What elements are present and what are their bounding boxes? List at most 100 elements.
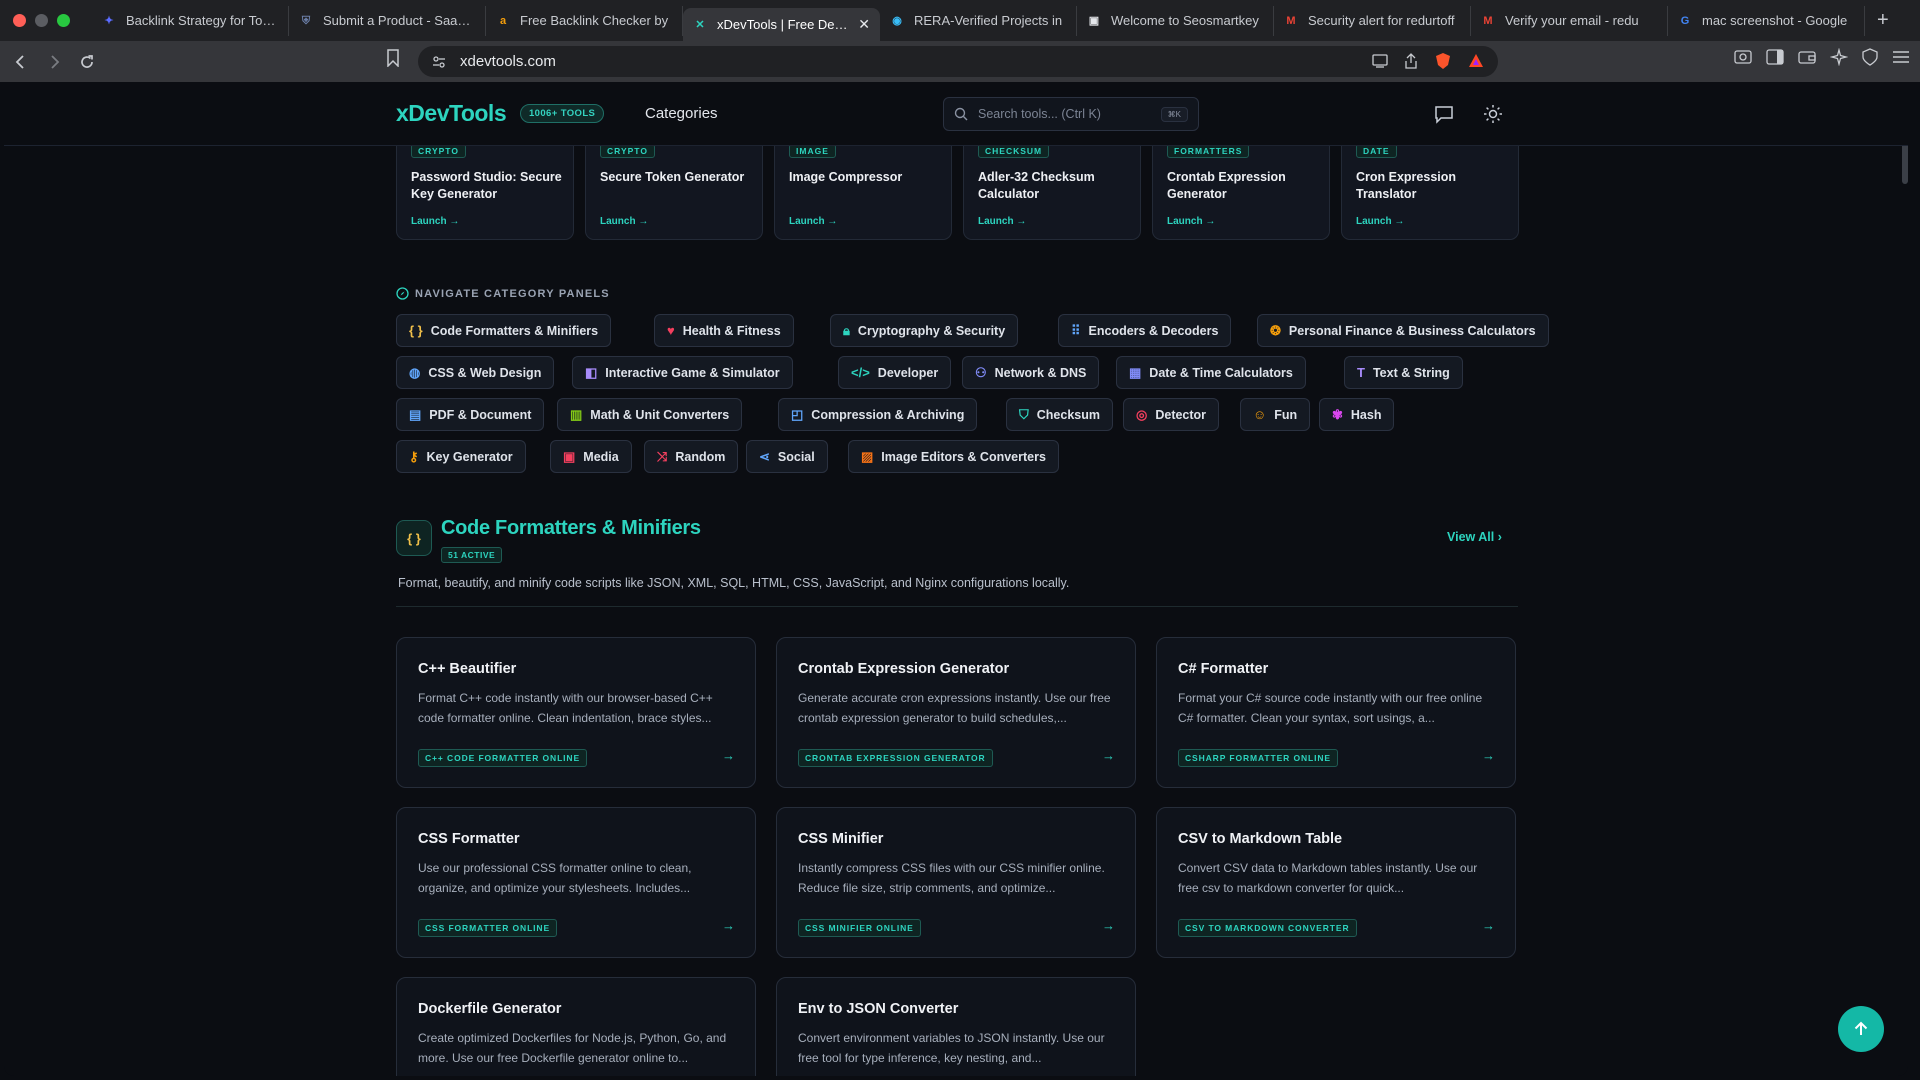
category-pill[interactable]: ◎ Detector bbox=[1123, 398, 1220, 431]
brave-shields-icon[interactable] bbox=[1434, 52, 1452, 70]
reload-button[interactable] bbox=[72, 47, 102, 77]
browser-tab[interactable]: a Free Backlink Checker by bbox=[486, 5, 683, 36]
browser-tab[interactable]: ◉ RERA-Verified Projects in bbox=[880, 5, 1077, 36]
sidebar-toggle-icon[interactable] bbox=[1766, 49, 1784, 65]
arrow-up-icon bbox=[1854, 1021, 1868, 1035]
screenshot-icon[interactable] bbox=[1734, 49, 1752, 65]
category-pill[interactable]: T Text & String bbox=[1344, 356, 1463, 389]
category-pill[interactable]: ◍ CSS & Web Design bbox=[396, 356, 555, 389]
tool-card-keyword-tag: CSV TO MARKDOWN CONVERTER bbox=[1178, 919, 1357, 937]
category-pill[interactable]: ☺ Fun bbox=[1240, 398, 1311, 431]
categories-menu[interactable]: Categories bbox=[645, 105, 718, 122]
featured-tool-card[interactable]: DATE Cron Expression Translator Launch → bbox=[1341, 138, 1519, 240]
close-window-button[interactable] bbox=[13, 14, 26, 27]
category-pill[interactable]: ⚷ Key Generator bbox=[396, 440, 526, 473]
category-pill[interactable]: ♥ Health & Fitness bbox=[654, 314, 794, 347]
zoom-window-button[interactable] bbox=[57, 14, 70, 27]
featured-tool-card[interactable]: CHECKSUM Adler-32 Checksum Calculator Laun… bbox=[963, 138, 1141, 240]
forward-button[interactable] bbox=[39, 47, 69, 77]
category-pill[interactable]: ▣ Media bbox=[550, 440, 632, 473]
category-pill[interactable]: ◧ Interactive Game & Simulator bbox=[572, 356, 793, 389]
close-tab-icon[interactable]: ✕ bbox=[858, 16, 870, 33]
back-button[interactable] bbox=[6, 47, 36, 77]
tool-card[interactable]: CSS Minifier Instantly compress CSS files… bbox=[776, 807, 1136, 958]
bookmark-icon[interactable] bbox=[386, 49, 400, 67]
category-pill[interactable]: ◰ Compression & Archiving bbox=[778, 398, 978, 431]
tool-card[interactable]: CSV to Markdown Table Convert CSV data to… bbox=[1156, 807, 1516, 958]
tab-favicon-icon: ✦ bbox=[104, 14, 114, 27]
arrow-right-icon[interactable]: → bbox=[722, 748, 735, 763]
share-icon[interactable] bbox=[1404, 53, 1418, 69]
vpn-shield-icon[interactable] bbox=[1862, 48, 1878, 66]
tool-card-description: Format your C# source code instantly wit… bbox=[1178, 691, 1483, 725]
tool-card[interactable]: Crontab Expression Generator Generate acc… bbox=[776, 637, 1136, 788]
new-tab-button[interactable]: + bbox=[1865, 9, 1901, 32]
arrow-right-icon[interactable]: → bbox=[1102, 748, 1115, 763]
category-pill[interactable]: ▦ Date & Time Calculators bbox=[1116, 356, 1306, 389]
cast-icon[interactable] bbox=[1372, 54, 1388, 68]
category-pill[interactable]: ⛉ Checksum bbox=[1006, 398, 1113, 431]
tab-title: mac screenshot - Google bbox=[1702, 13, 1848, 28]
back-arrow-icon bbox=[15, 54, 24, 69]
tool-card-title: Env to JSON Converter bbox=[798, 1001, 959, 1017]
address-bar[interactable]: xdevtools.com bbox=[418, 46, 1498, 77]
tool-card-description: Generate accurate cron expressions insta… bbox=[798, 691, 1111, 725]
site-info-icon[interactable] bbox=[432, 55, 446, 69]
launch-link[interactable]: Launch → bbox=[789, 216, 837, 227]
arrow-right-icon[interactable]: → bbox=[1482, 918, 1495, 933]
category-pill[interactable]: ⠿ Encoders & Decoders bbox=[1058, 314, 1232, 347]
category-nav-heading: NAVIGATE CATEGORY PANELS bbox=[396, 287, 610, 300]
featured-tool-card[interactable]: CRYPTO Password Studio: Secure Key Genera… bbox=[396, 138, 574, 240]
leo-ai-icon[interactable] bbox=[1830, 48, 1848, 66]
category-pill[interactable]: ▥ Math & Unit Converters bbox=[557, 398, 743, 431]
launch-link[interactable]: Launch → bbox=[411, 216, 459, 227]
arrow-right-icon[interactable]: → bbox=[1482, 748, 1495, 763]
search-input[interactable]: Search tools... (Ctrl K) ⌘K bbox=[943, 97, 1199, 131]
brave-rewards-icon[interactable] bbox=[1468, 53, 1484, 69]
category-pill[interactable]: 🔒︎ Cryptography & Security bbox=[830, 314, 1019, 347]
minimize-window-button[interactable] bbox=[35, 14, 48, 27]
feedback-icon[interactable] bbox=[1434, 104, 1454, 124]
browser-tab[interactable]: ✦ Backlink Strategy for Tools bbox=[92, 5, 289, 36]
browser-tab[interactable]: Gmac screenshot - Google bbox=[1668, 5, 1865, 36]
launch-link[interactable]: Launch → bbox=[1167, 216, 1215, 227]
featured-tool-card[interactable]: IMAGE Image Compressor Launch → bbox=[774, 138, 952, 240]
menu-icon[interactable] bbox=[1892, 50, 1910, 64]
wallet-icon[interactable] bbox=[1798, 49, 1816, 65]
browser-tab[interactable]: ▣ Welcome to Seosmartkey bbox=[1077, 5, 1274, 36]
section-title: Code Formatters & Minifiers bbox=[441, 517, 701, 539]
category-icon: ◧ bbox=[585, 364, 598, 380]
category-pill[interactable]: ✾ Hash bbox=[1319, 398, 1395, 431]
category-pill[interactable]: ▨ Image Editors & Converters bbox=[848, 440, 1059, 473]
category-pill[interactable]: ❂ Personal Finance & Business Calculators bbox=[1257, 314, 1549, 347]
category-pill-label: Cryptography & Security bbox=[857, 323, 1006, 338]
category-pill[interactable]: </> Developer bbox=[838, 356, 952, 389]
launch-link[interactable]: Launch → bbox=[600, 216, 648, 227]
category-pill[interactable]: { } Code Formatters & Minifiers bbox=[396, 314, 612, 347]
tool-card[interactable]: Dockerfile Generator Create optimized Doc… bbox=[396, 977, 756, 1076]
arrow-right-icon[interactable]: → bbox=[722, 918, 735, 933]
launch-link[interactable]: Launch → bbox=[1356, 216, 1404, 227]
tool-card[interactable]: C++ Beautifier Format C++ code instantly … bbox=[396, 637, 756, 788]
tool-card[interactable]: CSS Formatter Use our professional CSS fo… bbox=[396, 807, 756, 958]
featured-tool-card[interactable]: FORMATTERS Crontab Expression Generator La… bbox=[1152, 138, 1330, 240]
arrow-right-icon[interactable]: → bbox=[1102, 918, 1115, 933]
category-pill[interactable]: ⤨ Random bbox=[644, 440, 739, 473]
category-pill[interactable]: ▤ PDF & Document bbox=[396, 398, 545, 431]
browser-tab[interactable]: ⛨ Submit a Product - SaaSHub bbox=[289, 5, 486, 36]
theme-toggle-icon[interactable] bbox=[1483, 104, 1503, 124]
tool-card[interactable]: C# Formatter Format your C# source code i… bbox=[1156, 637, 1516, 788]
category-pill[interactable]: ⋖ Social bbox=[746, 440, 828, 473]
view-all-link[interactable]: View All › bbox=[1447, 530, 1502, 544]
category-icon: 🔒︎ bbox=[843, 322, 850, 338]
category-pill[interactable]: ⚇ Network & DNS bbox=[962, 356, 1100, 389]
browser-tab[interactable]: M Security alert for redurtoff bbox=[1274, 5, 1471, 36]
featured-tool-card[interactable]: CRYPTO Secure Token Generator Launch → bbox=[585, 138, 763, 240]
scroll-to-top-button[interactable] bbox=[1838, 1006, 1884, 1052]
browser-tab[interactable]: M Verify your email - redu bbox=[1471, 5, 1668, 36]
browser-tab[interactable]: ✕ xDevTools | Free Developer ✕ bbox=[683, 8, 880, 41]
tool-card[interactable]: Env to JSON Converter Convert environment… bbox=[776, 977, 1136, 1076]
tab-favicon-icon: G bbox=[1680, 14, 1690, 27]
site-logo[interactable]: xDevTools bbox=[396, 100, 507, 127]
launch-link[interactable]: Launch → bbox=[978, 216, 1026, 227]
